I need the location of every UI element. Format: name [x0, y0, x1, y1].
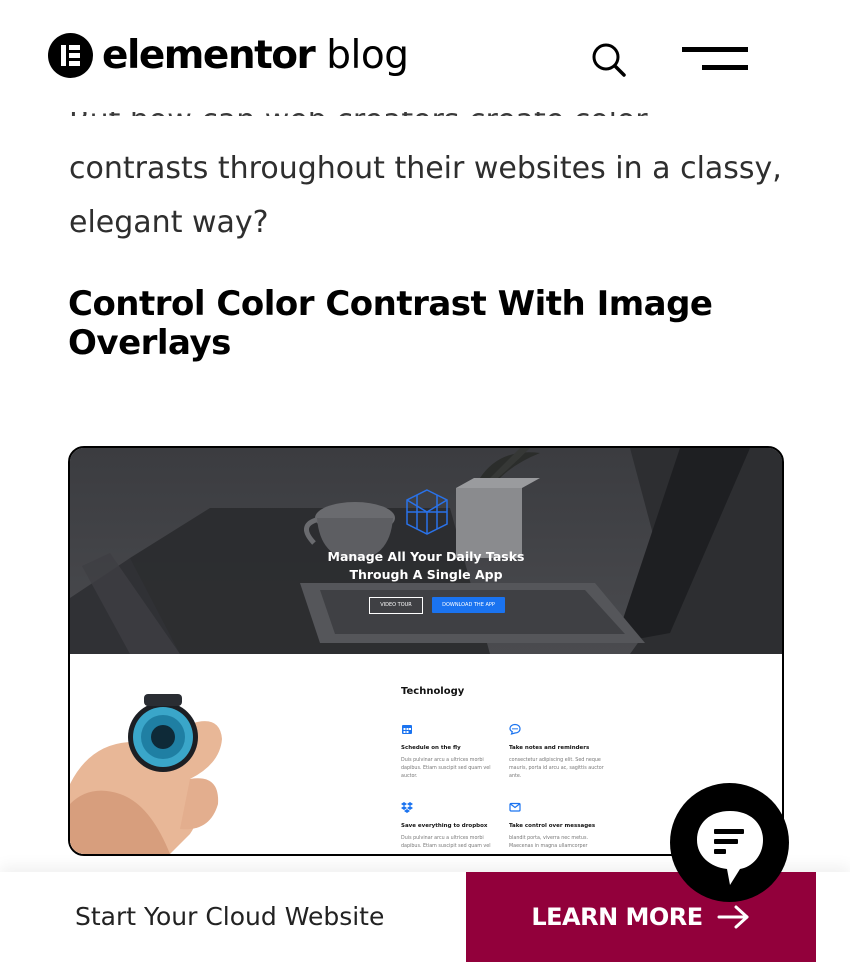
- download-app-button: DOWNLOAD THE APP: [432, 597, 505, 613]
- calendar-icon: [402, 725, 412, 734]
- feature-title: Take control over messages: [509, 823, 596, 829]
- feature-item: Take notes and reminders consectetur adi…: [509, 720, 609, 781]
- arrow-right-icon: [717, 905, 749, 929]
- feature-item: Take control over messages blandit porta…: [509, 798, 609, 851]
- logo-suffix: blog: [326, 33, 409, 78]
- feature-desc: Duis pulvinar arcu a ultrices morbi dapi…: [401, 758, 491, 779]
- elementor-blog-logo[interactable]: elementor blog: [48, 33, 409, 78]
- hand-with-watch-image: [70, 694, 222, 854]
- learn-more-label: LEARN MORE: [531, 903, 703, 931]
- hero-banner: Manage All Your Daily Tasks Through A Si…: [70, 448, 782, 654]
- footer-promo-text: Start Your Cloud Website: [75, 902, 385, 931]
- feature-desc: blandit porta, viverra nec metus. Maecen…: [509, 836, 588, 849]
- video-tour-button: VIDEO TOUR: [369, 597, 423, 614]
- chat-button[interactable]: [670, 783, 789, 902]
- chat-icon: [509, 723, 521, 735]
- technology-title: Technology: [401, 686, 465, 697]
- feature-title: Take notes and reminders: [509, 745, 590, 751]
- envelope-icon: [509, 802, 521, 812]
- search-icon[interactable]: [589, 40, 629, 80]
- dropbox-icon: [401, 802, 413, 813]
- elementor-logo-icon: [48, 33, 93, 78]
- feature-title: Schedule on the fly: [401, 745, 461, 751]
- feature-item: Schedule on the fly Duis pulvinar arcu a…: [401, 720, 501, 781]
- chat-bubble-icon: [697, 811, 763, 885]
- section-heading: Control Color Contrast With Image Overla…: [68, 284, 713, 363]
- article-paragraph: contrasts throughout their websites in a…: [69, 151, 782, 240]
- site-header: elementor blog: [0, 0, 850, 112]
- hero-title-line2: Through A Single App: [349, 567, 503, 582]
- logo-word: elementor: [102, 33, 316, 78]
- feature-desc: Duis pulvinar arcu a ultrices morbi dapi…: [401, 836, 491, 849]
- feature-title: Save everything to dropbox: [401, 823, 488, 829]
- hamburger-menu-icon[interactable]: [680, 44, 750, 74]
- feature-desc: consectetur adipiscing elit. Sed neque m…: [509, 758, 604, 779]
- feature-item: Save everything to dropbox Duis pulvinar…: [401, 798, 501, 851]
- hero-title-line1: Manage All Your Daily Tasks: [327, 549, 525, 564]
